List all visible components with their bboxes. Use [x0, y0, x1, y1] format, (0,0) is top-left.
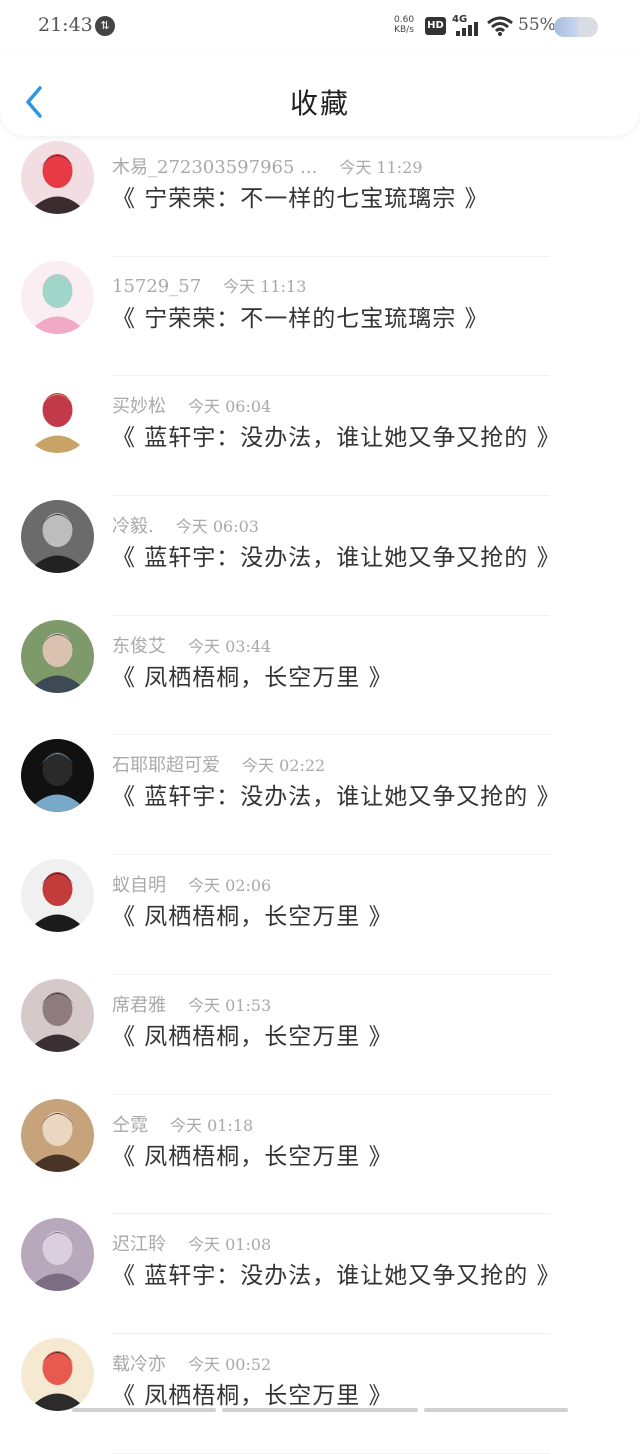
hd-icon: HD: [425, 17, 446, 35]
username: 冷毅.: [112, 516, 154, 538]
list-item[interactable]: 迟江聆 今天 01:08 《 蓝轩宇：没办法，谁让她又争又抢的 》: [0, 1214, 640, 1334]
timestamp: 今天 00:52: [188, 1354, 272, 1374]
item-meta: 15729_57 今天 11:13: [112, 273, 306, 297]
list-item[interactable]: 买妙松 今天 06:04 《 蓝轩宇：没办法，谁让她又争又抢的 》: [0, 376, 640, 497]
avatar[interactable]: [21, 978, 94, 1052]
timestamp: 今天 02:06: [188, 876, 272, 896]
item-meta: 蚁自明 今天 02:06: [112, 871, 271, 897]
divider: [112, 1452, 550, 1454]
status-bar: 21:43 ⇅ 0.60 KB/s HD 4G 55%: [0, 0, 640, 52]
timestamp: 今天 01:53: [188, 995, 272, 1015]
avatar[interactable]: [21, 500, 94, 574]
item-meta: 仝霓 今天 01:18: [112, 1111, 253, 1137]
avatar[interactable]: [21, 1337, 94, 1411]
avatar[interactable]: [21, 1098, 94, 1172]
timestamp: 今天 11:29: [339, 158, 423, 177]
timestamp: 今天 06:04: [188, 397, 272, 417]
list-item[interactable]: 载冷亦 今天 00:52 《 凤栖梧桐，长空万里 》: [0, 1334, 640, 1454]
timestamp: 今天 06:03: [175, 517, 259, 537]
story-title[interactable]: 《 蓝轩宇：没办法，谁让她又争又抢的 》: [112, 1256, 561, 1290]
battery-icon: [554, 17, 598, 37]
avatar[interactable]: [21, 859, 94, 933]
favorites-list: 木易_272303597965 ... 今天 11:29 《 宁荣荣：不一样的七宝琉…: [0, 137, 640, 1454]
story-title[interactable]: 《 宁荣荣：不一样的七宝琉璃宗 》: [112, 179, 489, 213]
header: 收藏: [0, 52, 640, 136]
timestamp: 今天 01:08: [188, 1235, 272, 1255]
story-title[interactable]: 《 凤栖梧桐，长空万里 》: [112, 1017, 393, 1051]
battery-percent: 55%: [518, 15, 556, 35]
item-meta: 载冷亦 今天 00:52: [112, 1350, 271, 1376]
item-meta: 冷毅. 今天 06:03: [112, 512, 259, 538]
username: 迟江聆: [112, 1234, 166, 1256]
item-meta: 木易_272303597965 ... 今天 11:29: [112, 153, 423, 179]
home-indicator: [424, 1408, 568, 1412]
item-meta: 席君雅 今天 01:53: [112, 991, 271, 1017]
story-title[interactable]: 《 凤栖梧桐，长空万里 》: [112, 897, 393, 931]
username: 仝霓: [112, 1114, 148, 1136]
username: 载冷亦: [112, 1353, 166, 1375]
page-title: 收藏: [289, 87, 350, 120]
timestamp: 今天 02:22: [242, 756, 326, 776]
timestamp: 今天 11:13: [223, 276, 307, 296]
home-indicator: [222, 1408, 418, 1412]
story-title[interactable]: 《 蓝轩宇：没办法，谁让她又争又抢的 》: [112, 538, 561, 572]
avatar[interactable]: [21, 739, 94, 813]
home-indicator: [72, 1408, 216, 1412]
list-item[interactable]: 15729_57 今天 11:13 《 宁荣荣：不一样的七宝琉璃宗 》: [0, 257, 640, 377]
avatar[interactable]: [21, 619, 94, 693]
list-item[interactable]: 石耶耶超可爱 今天 02:22 《 蓝轩宇：没办法，谁让她又争又抢的 》: [0, 735, 640, 856]
story-title[interactable]: 《 凤栖梧桐，长空万里 》: [112, 1376, 393, 1410]
status-time: 21:43: [38, 14, 93, 36]
item-meta: 买妙松 今天 06:04: [112, 392, 271, 418]
item-meta: 东俊艾 今天 03:44: [112, 632, 271, 658]
battery-fill: [554, 17, 579, 37]
timestamp: 今天 01:18: [170, 1115, 254, 1135]
username: 东俊艾: [112, 635, 166, 657]
avatar[interactable]: [21, 380, 94, 454]
story-title[interactable]: 《 宁荣荣：不一样的七宝琉璃宗 》: [112, 299, 489, 333]
username: 席君雅: [112, 994, 166, 1016]
list-item[interactable]: 仝霓 今天 01:18 《 凤栖梧桐，长空万里 》: [0, 1095, 640, 1215]
item-meta: 迟江聆 今天 01:08: [112, 1230, 271, 1256]
story-title[interactable]: 《 凤栖梧桐，长空万里 》: [112, 658, 393, 692]
list-item[interactable]: 蚁自明 今天 02:06 《 凤栖梧桐，长空万里 》: [0, 855, 640, 975]
list-item[interactable]: 冷毅. 今天 06:03 《 蓝轩宇：没办法，谁让她又争又抢的 》: [0, 496, 640, 616]
list-item[interactable]: 东俊艾 今天 03:44 《 凤栖梧桐，长空万里 》: [0, 616, 640, 736]
username: 买妙松: [112, 396, 166, 418]
avatar[interactable]: [21, 141, 94, 214]
list-item[interactable]: 木易_272303597965 ... 今天 11:29 《 宁荣荣：不一样的七宝琉…: [0, 137, 640, 257]
timestamp: 今天 03:44: [188, 636, 272, 656]
story-title[interactable]: 《 蓝轩宇：没办法，谁让她又争又抢的 》: [112, 418, 561, 452]
network-speed: 0.60 KB/s: [394, 15, 415, 35]
username: 15729_57: [112, 275, 202, 297]
username: 木易_272303597965 ...: [112, 157, 318, 178]
story-title[interactable]: 《 凤栖梧桐，长空万里 》: [112, 1137, 393, 1171]
wifi-icon: [487, 16, 513, 36]
username: 蚁自明: [112, 875, 166, 897]
username: 石耶耶超可爱: [112, 755, 220, 777]
list-item[interactable]: 席君雅 今天 01:53 《 凤栖梧桐，长空万里 》: [0, 975, 640, 1095]
item-meta: 石耶耶超可爱 今天 02:22: [112, 751, 325, 777]
signal-icon: 4G: [452, 14, 480, 36]
data-saver-icon: ⇅: [95, 16, 115, 36]
avatar[interactable]: [21, 1218, 94, 1292]
story-title[interactable]: 《 蓝轩宇：没办法，谁让她又争又抢的 》: [112, 777, 561, 811]
avatar[interactable]: [21, 260, 94, 334]
